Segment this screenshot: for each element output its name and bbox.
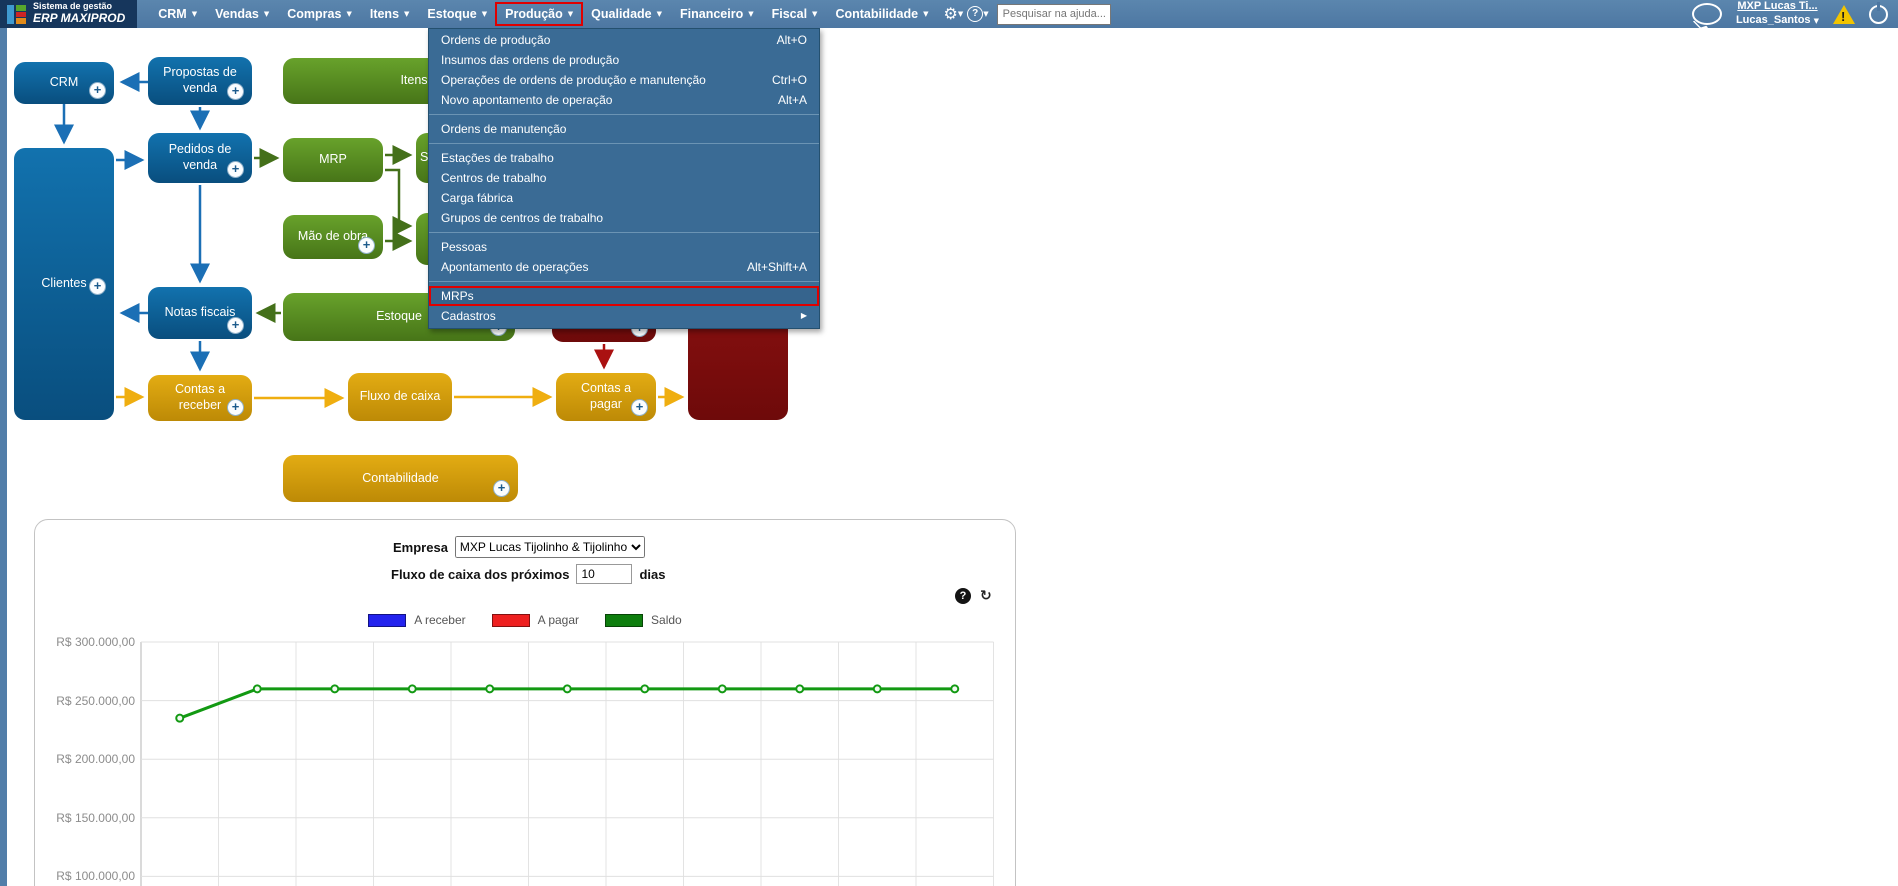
menu-shortcut: Alt+A (777, 93, 807, 107)
logout-power-icon[interactable] (1869, 1, 1888, 24)
chevron-down-icon: ▼ (404, 9, 410, 18)
menu-item-cadastros[interactable]: Cadastros ▶ (429, 306, 819, 326)
flow-node-contas-a-pagar[interactable]: Contas a pagar + (556, 373, 656, 421)
menu-separator (429, 114, 819, 115)
help-icon[interactable]: ? (967, 6, 984, 22)
nav-item-contabilidade[interactable]: Contabilidade ▼ (826, 3, 937, 25)
left-border-strip (0, 28, 7, 886)
menu-item-apontamento-de-opera-es[interactable]: Apontamento de operações Alt+Shift+A (429, 257, 819, 277)
menu-item-esta-es-de-trabalho[interactable]: Estações de trabalho (429, 148, 819, 168)
warning-icon[interactable] (1833, 4, 1855, 24)
producao-dropdown-menu: Ordens de produção Alt+O Insumos das orden… (428, 28, 820, 329)
user-caret-icon[interactable]: ▼ (1814, 17, 1819, 25)
nav-item-produção[interactable]: Produção ▼ (495, 2, 584, 26)
main-menu-bar: CRM ▼ Vendas ▼ Compras ▼ Itens ▼ Estoque ▼ Produçã… (149, 2, 937, 26)
menu-item-insumos-das-ordens-de-produ-o[interactable]: Insumos das ordens de produção (429, 50, 819, 70)
nav-item-qualidade[interactable]: Qualidade ▼ (582, 3, 671, 25)
flow-node-pedidos-venda[interactable]: Pedidos de venda + (148, 133, 252, 183)
help-search-input[interactable] (996, 3, 1111, 25)
flow-node-fluxo-de-caixa[interactable]: Fluxo de caixa (348, 373, 452, 421)
flow-node-mao-de-obra[interactable]: Mão de obra + (283, 215, 383, 259)
menu-item-mrps[interactable]: MRPs (429, 286, 819, 306)
menu-item-grupos-de-centros-de-trabalho[interactable]: Grupos de centros de trabalho (429, 208, 819, 228)
chevron-down-icon: ▼ (481, 9, 488, 18)
menu-shortcut: Alt+O (776, 33, 807, 47)
nav-item-compras[interactable]: Compras ▼ (278, 3, 361, 25)
menu-item-opera-es-de-ordens-de-produ-o-e-manuten-o[interactable]: Operações de ordens de produção e manute… (429, 70, 819, 90)
add-icon-notas-fiscais[interactable]: + (227, 317, 244, 334)
chevron-down-icon: ▼ (263, 9, 270, 18)
nav-item-itens[interactable]: Itens ▼ (361, 3, 419, 25)
chevron-down-icon: ▼ (191, 9, 198, 18)
add-icon-contabilidade[interactable]: + (493, 480, 510, 497)
menu-item-ordens-de-produ-o[interactable]: Ordens de produção Alt+O (429, 30, 819, 50)
username[interactable]: Lucas_Santos ▼ (1736, 14, 1819, 28)
top-navbar: Sistema de gestão ERP MAXIPROD CRM ▼ Venda… (0, 0, 1898, 28)
company-link[interactable]: MXP Lucas Ti... (1736, 0, 1819, 14)
chevron-down-icon: ▼ (812, 9, 818, 18)
cashflow-chart (140, 641, 994, 886)
menu-shortcut: Ctrl+O (771, 73, 807, 87)
menu-separator (429, 143, 819, 144)
flow-node-clientes[interactable]: Clientes + (14, 148, 114, 420)
nav-item-financeiro[interactable]: Financeiro ▼ (671, 3, 763, 25)
cashflow-panel: Empresa MXP Lucas Tijolinho & Tijolinho … (34, 519, 1016, 886)
flow-node-contas-a-receber[interactable]: Contas a receber + (148, 375, 252, 421)
chevron-down-icon: ▼ (923, 9, 929, 18)
logo-title: ERP MAXIPROD (33, 11, 126, 26)
nav-item-vendas[interactable]: Vendas ▼ (206, 3, 278, 25)
menu-item-centros-de-trabalho[interactable]: Centros de trabalho (429, 168, 819, 188)
submenu-arrow-icon: ▶ (800, 311, 807, 320)
nav-item-crm[interactable]: CRM ▼ (149, 3, 206, 25)
gear-icon[interactable]: ⚙ (943, 6, 957, 22)
flow-node-mrp[interactable]: MRP (283, 138, 383, 182)
add-icon-crm[interactable]: + (89, 82, 106, 99)
menu-item-pessoas[interactable]: Pessoas (429, 237, 819, 257)
flow-node-notas-fiscais[interactable]: Notas fiscais + (148, 287, 252, 339)
help-caret-icon[interactable]: ▼ (983, 10, 988, 18)
chevron-down-icon: ▼ (346, 9, 352, 18)
nav-item-fiscal[interactable]: Fiscal ▼ (763, 3, 827, 25)
chevron-down-icon: ▼ (656, 9, 662, 18)
nav-item-estoque[interactable]: Estoque ▼ (418, 3, 496, 25)
chevron-down-icon: ▼ (748, 9, 754, 18)
flow-node-crm[interactable]: CRM + (14, 62, 114, 104)
menu-separator (429, 281, 819, 282)
add-icon-contas-a-receber[interactable]: + (227, 399, 244, 416)
chevron-down-icon: ▼ (567, 9, 574, 18)
menu-item-carga-f-brica[interactable]: Carga fábrica (429, 188, 819, 208)
menu-item-ordens-de-manuten-o[interactable]: Ordens de manutenção (429, 119, 819, 139)
add-icon-clientes[interactable]: + (89, 278, 106, 295)
gear-caret-icon[interactable]: ▼ (958, 10, 963, 18)
menu-separator (429, 232, 819, 233)
flow-node-propostas-venda[interactable]: Propostas de venda + (148, 57, 252, 105)
app-logo[interactable]: Sistema de gestão ERP MAXIPROD (0, 0, 138, 28)
chat-bubble-icon[interactable] (1691, 3, 1722, 25)
menu-item-novo-apontamento-de-opera-o[interactable]: Novo apontamento de operação Alt+A (429, 90, 819, 110)
add-icon-propostas-venda[interactable]: + (227, 83, 244, 100)
maxiprod-logo-icon (7, 4, 26, 24)
add-icon-pedidos-venda[interactable]: + (227, 161, 244, 178)
add-icon-contas-a-pagar[interactable]: + (631, 399, 648, 416)
menu-shortcut: Alt+Shift+A (746, 260, 807, 274)
flow-node-contabilidade[interactable]: Contabilidade + (283, 455, 518, 502)
add-icon-mao-de-obra[interactable]: + (358, 237, 375, 254)
